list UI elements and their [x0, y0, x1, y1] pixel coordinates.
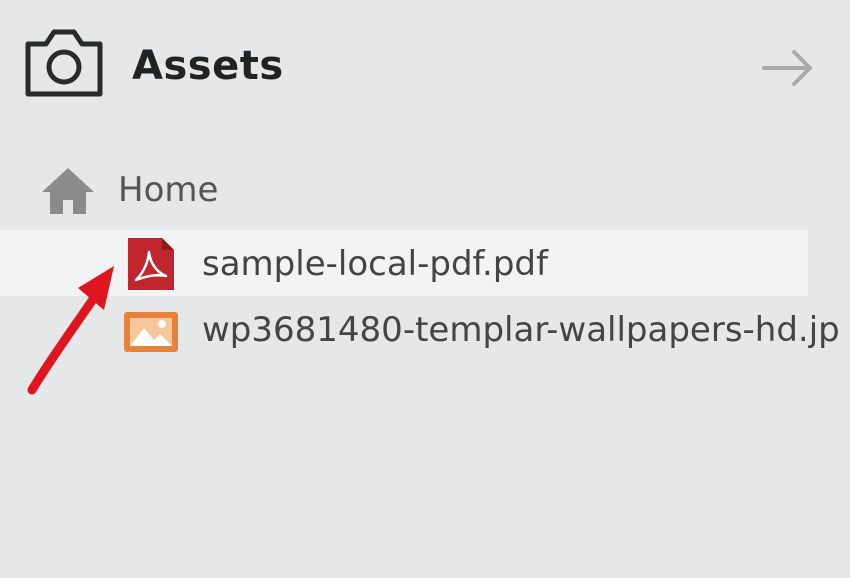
- tree-item-label: Home: [118, 170, 219, 210]
- tree-item-file[interactable]: wp3681480-templar-wallpapers-hd.jp: [0, 296, 850, 362]
- camera-icon: [24, 26, 104, 98]
- assets-panel: Assets Home sample-local-pdf.pdf wp36814…: [0, 0, 850, 578]
- tree-item-home[interactable]: Home: [0, 160, 850, 224]
- home-icon: [40, 166, 96, 216]
- image-file-icon: [122, 302, 180, 358]
- arrow-right-icon: [758, 50, 818, 96]
- tree-item-file[interactable]: sample-local-pdf.pdf: [0, 230, 850, 296]
- pdf-file-icon: [122, 236, 180, 292]
- panel-header: Assets: [0, 0, 850, 140]
- file-name: wp3681480-templar-wallpapers-hd.jp: [202, 310, 840, 350]
- collapse-panel-button[interactable]: [758, 44, 818, 92]
- file-name: sample-local-pdf.pdf: [202, 244, 548, 284]
- panel-title: Assets: [132, 43, 284, 89]
